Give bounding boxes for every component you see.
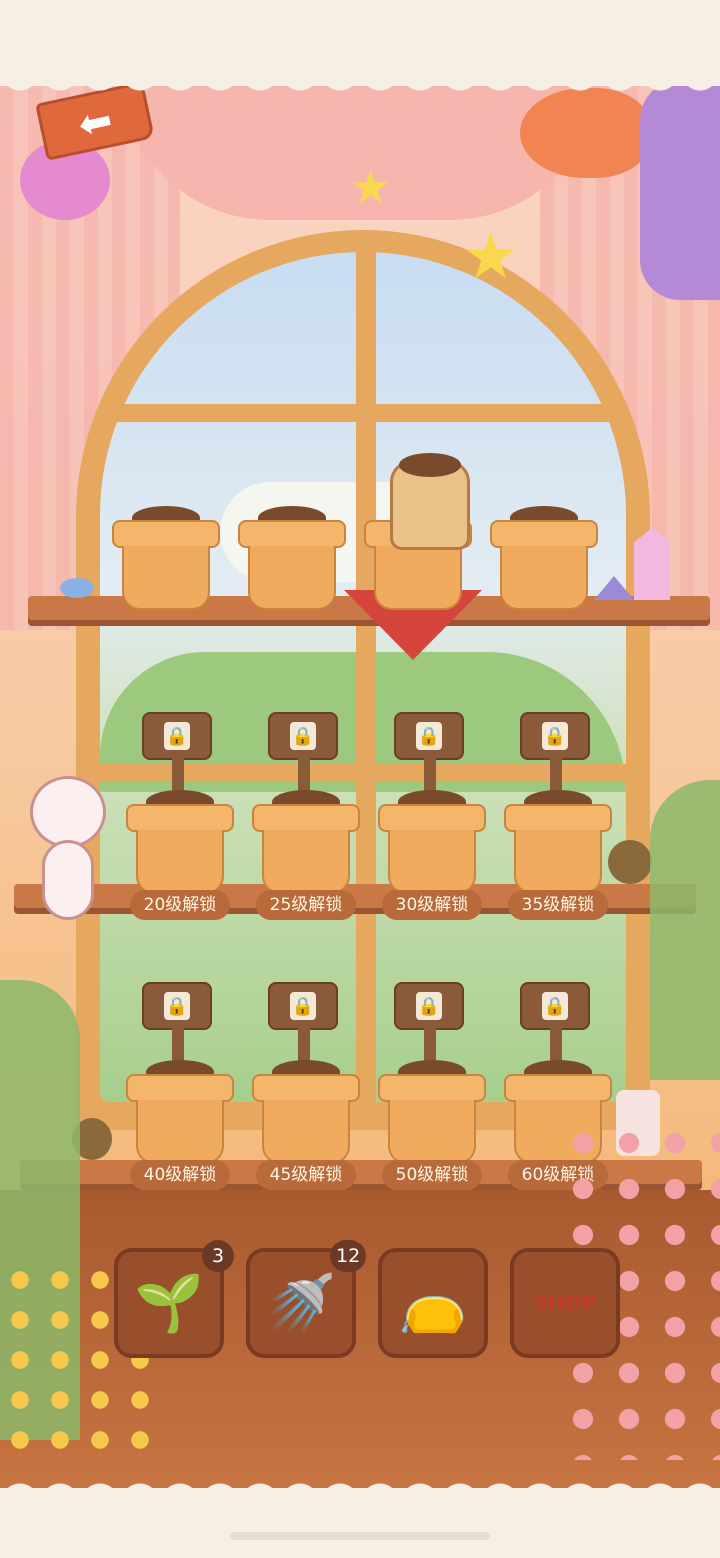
seed-count-badge: 3 xyxy=(202,1240,234,1272)
unlock-level-label: 40级解锁 xyxy=(130,1160,230,1190)
lock-icon: 🔒 xyxy=(542,992,568,1020)
lock-icon: 🔒 xyxy=(164,722,190,750)
bunny-character xyxy=(20,766,116,926)
lock-icon: 🔒 xyxy=(164,992,190,1020)
unlock-level-label: 50级解锁 xyxy=(382,1160,482,1190)
seed-bag-icon: 🌱 xyxy=(134,1271,204,1336)
lock-icon: 🔒 xyxy=(416,722,442,750)
hanging-flowers-purple xyxy=(640,80,720,300)
locked-slot-20[interactable]: 🔒 20级解锁 xyxy=(126,712,234,922)
pouch-icon: 👝 xyxy=(398,1271,468,1336)
pot-slot-1[interactable] xyxy=(112,506,220,610)
crystal-pink-icon xyxy=(634,528,670,600)
lace-border-bottom xyxy=(0,1474,720,1558)
acorn-icon xyxy=(608,840,652,884)
hanging-flowers-orange xyxy=(520,88,650,178)
locked-slot-25[interactable]: 🔒 25级解锁 xyxy=(252,712,360,922)
lock-icon: 🔒 xyxy=(416,992,442,1020)
lock-sign: 🔒 xyxy=(268,982,338,1030)
star-lamp-large-icon: ★ xyxy=(462,220,520,294)
lock-icon: 🔒 xyxy=(542,722,568,750)
unlock-level-label: 25级解锁 xyxy=(256,890,356,920)
locked-slot-50[interactable]: 🔒 50级解锁 xyxy=(378,982,486,1192)
window-mullion-horizontal xyxy=(100,404,626,422)
plant-right xyxy=(650,780,720,1080)
watering-can-icon: 🚿 xyxy=(266,1271,336,1336)
lock-sign: 🔒 xyxy=(520,712,590,760)
tool-shop-button[interactable]: SHOP xyxy=(510,1248,620,1358)
unlock-level-label: 30级解锁 xyxy=(382,890,482,920)
star-lamp-small-icon: ★ xyxy=(350,160,392,214)
locked-slot-40[interactable]: 🔒 40级解锁 xyxy=(126,982,234,1192)
lock-icon: 🔒 xyxy=(290,722,316,750)
tool-pouch-button[interactable]: 👝 xyxy=(378,1248,488,1358)
lock-sign: 🔒 xyxy=(142,982,212,1030)
locked-slot-45[interactable]: 🔒 45级解锁 xyxy=(252,982,360,1192)
window-mullion-vertical xyxy=(356,240,376,1120)
home-indicator[interactable] xyxy=(230,1532,490,1540)
pot-slot-4[interactable] xyxy=(490,506,598,610)
lock-sign: 🔒 xyxy=(520,982,590,1030)
gem-blue-icon xyxy=(60,578,94,598)
water-count-badge: 12 xyxy=(330,1240,367,1272)
lock-sign: 🔒 xyxy=(394,712,464,760)
arrow-left-icon: ⬅ xyxy=(74,96,117,149)
seed-bag-icon[interactable] xyxy=(390,453,470,550)
unlock-level-label: 20级解锁 xyxy=(130,890,230,920)
lock-sign: 🔒 xyxy=(268,712,338,760)
pot-slot-2[interactable] xyxy=(238,506,346,610)
shop-bag-icon: SHOP xyxy=(533,1291,597,1315)
lock-icon: 🔒 xyxy=(290,992,316,1020)
locked-slot-35[interactable]: 🔒 35级解锁 xyxy=(504,712,612,922)
unlock-level-label: 35级解锁 xyxy=(508,890,608,920)
unlock-level-label: 45级解锁 xyxy=(256,1160,356,1190)
lock-sign: 🔒 xyxy=(394,982,464,1030)
lock-sign: 🔒 xyxy=(142,712,212,760)
locked-slot-30[interactable]: 🔒 30级解锁 xyxy=(378,712,486,922)
lace-border-top xyxy=(0,0,720,100)
